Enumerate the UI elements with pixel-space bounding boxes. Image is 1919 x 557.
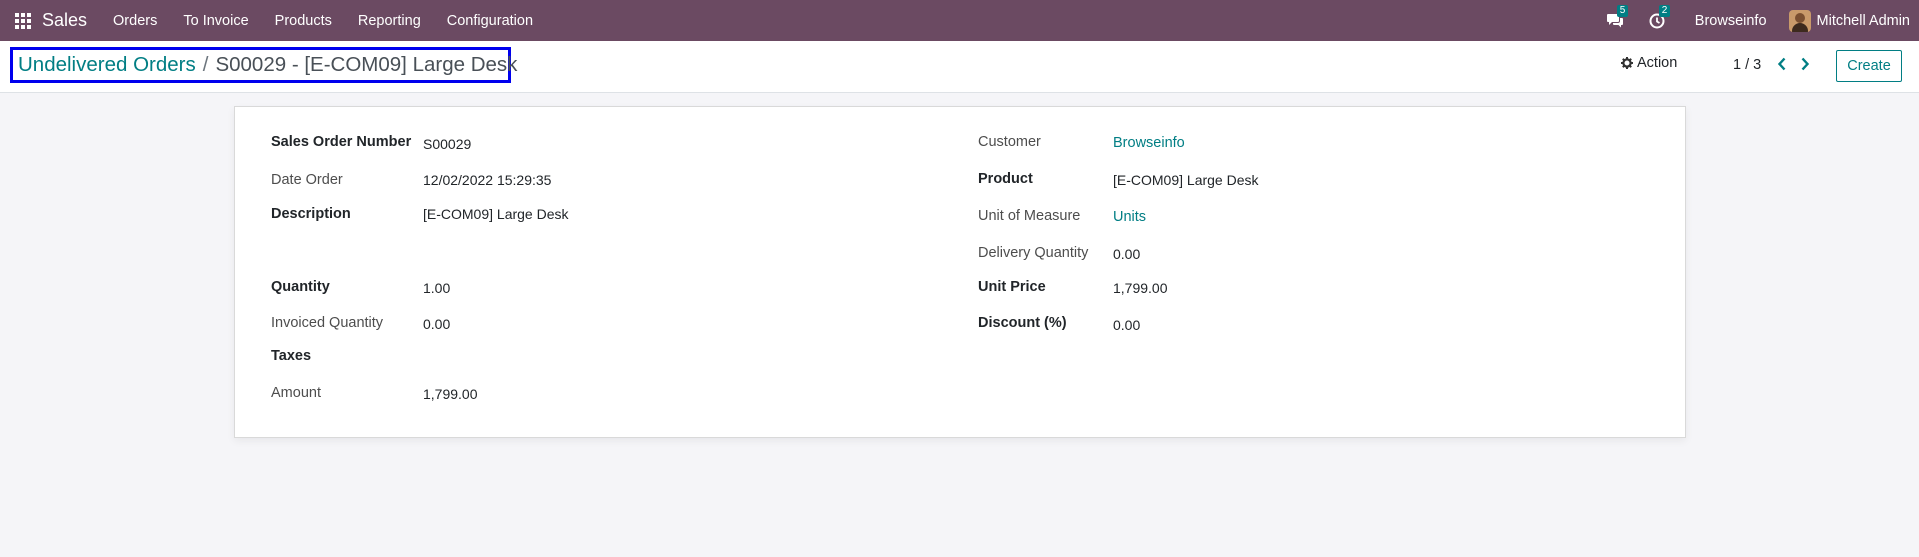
- discount-label: Discount (%): [978, 315, 1067, 331]
- taxes-label: Taxes: [271, 348, 312, 364]
- amount-value: 1,799.00: [423, 386, 478, 402]
- breadcrumb-current: S00029 - [E-COM09] Large Desk: [215, 53, 518, 76]
- control-panel: Undelivered Orders / S00029 - [E-COM09] …: [0, 41, 1919, 93]
- pager-next-button[interactable]: [1798, 55, 1812, 73]
- unit-price-label: Unit Price: [978, 279, 1046, 295]
- delivery-quantity-value: 0.00: [1113, 246, 1141, 262]
- description-value: [E-COM09] Large Desk: [423, 206, 569, 222]
- gear-icon: [1621, 57, 1633, 69]
- avatar: [1788, 9, 1811, 32]
- product-value: [E-COM09] Large Desk: [1113, 172, 1259, 188]
- amount-label: Amount: [271, 385, 321, 401]
- chevron-right-icon: [1801, 57, 1810, 71]
- discount-value: 0.00: [1113, 317, 1141, 333]
- date-order-value: 12/02/2022 15:29:35: [423, 172, 552, 188]
- breadcrumb: Undelivered Orders / S00029 - [E-COM09] …: [10, 47, 517, 83]
- user-menu[interactable]: Mitchell Admin: [1788, 9, 1910, 32]
- description-label: Description: [271, 206, 351, 222]
- company-switcher[interactable]: Browseinfo: [1695, 13, 1767, 29]
- unit-price-value: 1,799.00: [1113, 280, 1168, 296]
- uom-link[interactable]: Units: [1113, 209, 1146, 225]
- quantity-value: 1.00: [423, 280, 451, 296]
- invoiced-quantity-label: Invoiced Quantity: [271, 315, 384, 331]
- action-button[interactable]: Action: [1621, 55, 1677, 71]
- menu-item-orders[interactable]: Orders: [113, 13, 157, 29]
- breadcrumb-parent-link[interactable]: Undelivered Orders: [18, 53, 196, 77]
- menu-item-products[interactable]: Products: [275, 13, 332, 29]
- menu-item-to-invoice[interactable]: To Invoice: [183, 13, 248, 29]
- date-order-label: Date Order: [271, 172, 343, 188]
- form-sheet: Sales Order Number S00029 Date Order 12/…: [234, 106, 1686, 438]
- messages-count-badge: 5: [1616, 4, 1629, 17]
- menu-item-configuration[interactable]: Configuration: [447, 13, 533, 29]
- order-number-value: S00029: [423, 136, 472, 152]
- activities-button[interactable]: 2: [1647, 4, 1671, 31]
- action-label: Action: [1637, 55, 1678, 71]
- product-label: Product: [978, 171, 1033, 187]
- customer-label: Customer: [978, 134, 1041, 150]
- create-button[interactable]: Create: [1836, 50, 1902, 82]
- order-number-label: Sales Order Number: [271, 134, 412, 150]
- messages-button[interactable]: 5: [1605, 4, 1629, 31]
- activities-count-badge: 2: [1658, 4, 1671, 17]
- pager-previous-button[interactable]: [1775, 55, 1789, 73]
- delivery-quantity-label: Delivery Quantity: [978, 245, 1089, 261]
- user-name: Mitchell Admin: [1816, 12, 1910, 29]
- pager-value[interactable]: 1 / 3: [1733, 57, 1761, 73]
- invoiced-quantity-value: 0.00: [423, 316, 451, 332]
- customer-link[interactable]: Browseinfo: [1113, 135, 1185, 151]
- top-navbar: Sales Orders To Invoice Products Reporti…: [0, 0, 1919, 41]
- app-name[interactable]: Sales: [42, 10, 87, 31]
- breadcrumb-separator: /: [202, 53, 209, 76]
- systray: 5 2 Browseinfo Mitchell Admin: [1605, 0, 1919, 41]
- apps-grid-icon[interactable]: [13, 11, 33, 31]
- chevron-left-icon: [1777, 57, 1786, 71]
- menu-item-reporting[interactable]: Reporting: [358, 13, 421, 29]
- quantity-label: Quantity: [271, 279, 330, 295]
- uom-label: Unit of Measure: [978, 208, 1081, 224]
